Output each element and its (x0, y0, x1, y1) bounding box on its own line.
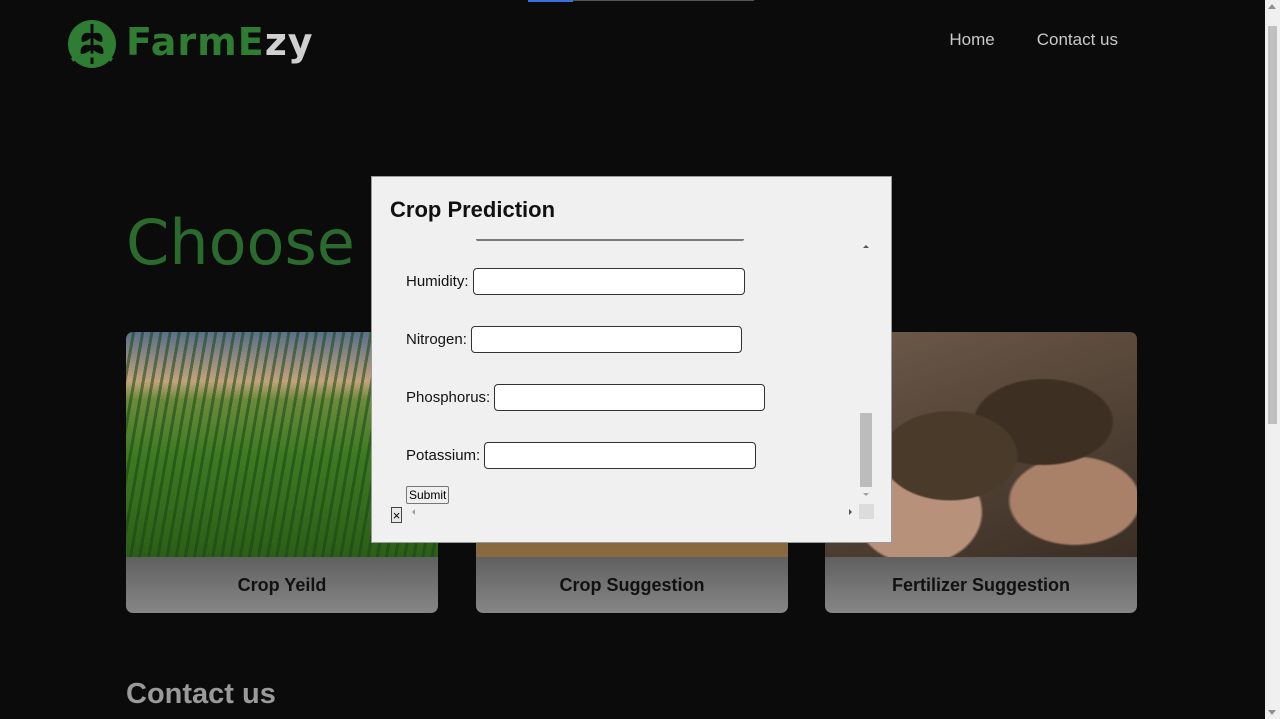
close-icon[interactable]: × (391, 507, 402, 523)
modal-title: Crop Prediction (390, 197, 556, 222)
contact-section-title: Contact us (126, 678, 276, 710)
potassium-label: Potassium: (406, 447, 481, 464)
brand-name-part1: Farm (126, 20, 238, 64)
loading-accent (528, 0, 573, 2)
phosphorus-label: Phosphorus: (406, 389, 491, 406)
crop-prediction-modal: Crop Prediction Humidity: Nitrogen: Phos… (371, 176, 892, 543)
brand-logo[interactable]: FarmEzy (66, 14, 314, 70)
scrollbar-corner (859, 504, 874, 519)
card-label: Crop Yeild (126, 557, 438, 613)
previous-input-edge (476, 239, 744, 241)
nitrogen-row: Nitrogen: (406, 326, 742, 353)
page-scrollbar-thumb[interactable] (1268, 26, 1277, 424)
modal-vertical-scrollbar[interactable] (860, 413, 872, 487)
phosphorus-row: Phosphorus: (406, 384, 766, 411)
scroll-right-arrow-icon[interactable] (849, 509, 852, 515)
page-scroll-up-icon[interactable] (1268, 4, 1276, 9)
scroll-left-arrow-icon[interactable] (412, 509, 415, 515)
nitrogen-label: Nitrogen: (406, 331, 467, 348)
submit-button[interactable]: Submit (406, 486, 450, 504)
page-scroll-down-icon[interactable] (1268, 710, 1276, 715)
humidity-row: Humidity: (406, 268, 745, 295)
brand-name-part3: zy (264, 20, 314, 64)
brand-name: FarmEzy (126, 20, 314, 64)
page-scrollbar[interactable] (1265, 0, 1280, 719)
card-label: Crop Suggestion (476, 557, 788, 613)
nav-contact-link[interactable]: Contact us (1037, 30, 1118, 50)
browser-top-indicator (528, 0, 754, 2)
hero-title: Choose y (126, 206, 412, 279)
scroll-down-arrow-icon[interactable] (863, 493, 869, 496)
leaf-logo-icon (68, 20, 116, 68)
scroll-up-arrow-icon[interactable] (863, 245, 869, 248)
nitrogen-input[interactable] (470, 326, 742, 353)
humidity-input[interactable] (472, 268, 745, 295)
nav-home-link[interactable]: Home (949, 30, 994, 50)
potassium-input[interactable] (484, 442, 757, 469)
top-nav: Home Contact us (949, 30, 1118, 50)
potassium-row: Potassium: (406, 442, 757, 469)
brand-name-part2: E (237, 20, 265, 64)
humidity-label: Humidity: (406, 273, 469, 290)
phosphorus-input[interactable] (494, 384, 766, 411)
card-label: Fertilizer Suggestion (825, 557, 1137, 613)
